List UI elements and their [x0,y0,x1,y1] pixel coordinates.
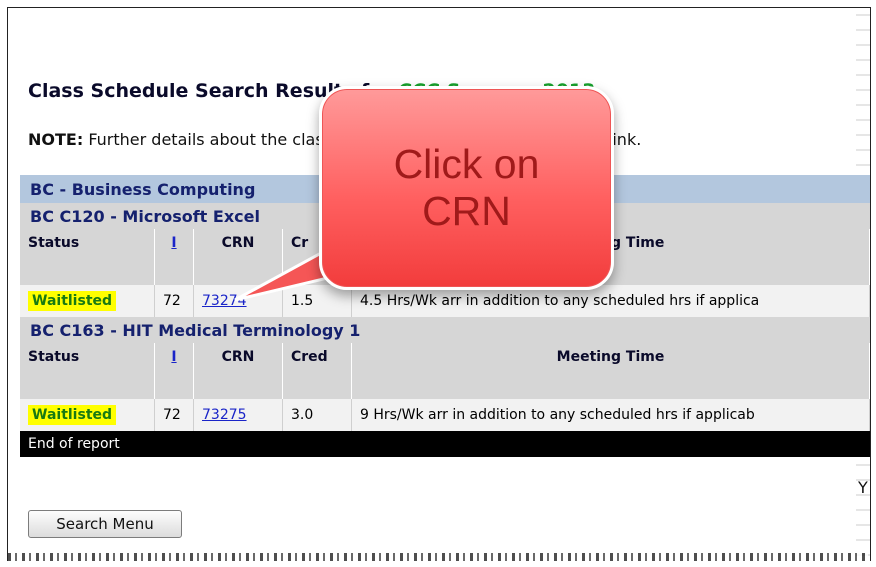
end-of-report: End of report [20,431,870,457]
cred-cell: 1.5 [282,285,352,317]
i-cell: 72 [154,399,194,431]
i-cell: 72 [154,285,194,317]
crn-header: CRN [193,229,283,285]
table-row: Waitlisted 72 73275 3.0 9 Hrs/Wk arr in … [20,399,870,431]
cred-header: Cred [282,343,352,399]
truncated-text: Y [858,478,868,497]
crn-link[interactable]: 73274 [202,293,247,309]
torn-bottom-edge [8,553,868,561]
crn-cell[interactable]: 73274 [193,285,283,317]
callout-line-2: CRN [422,188,511,234]
status-badge: Waitlisted [28,291,117,311]
meeting-time-header: Meeting Time [351,343,870,399]
status-header: Status [20,229,155,285]
note-label: NOTE: [28,130,84,149]
column-header-row: Status I CRN Cred Meeting Time [20,343,870,399]
callout-line-1: Click on [393,140,540,187]
i-header-link[interactable]: I [154,229,194,285]
cred-cell: 3.0 [282,399,352,431]
i-header-link[interactable]: I [154,343,194,399]
meeting-time-cell: 9 Hrs/Wk arr in addition to any schedule… [351,399,870,431]
course-title-row: BC C163 - HIT Medical Terminology 1 [20,317,870,343]
crn-cell[interactable]: 73275 [193,399,283,431]
crn-link[interactable]: 73275 [202,407,247,423]
i-header-link-text[interactable]: I [171,235,176,251]
status-header: Status [20,343,155,399]
search-menu-button[interactable]: Search Menu [28,510,182,538]
status-cell: Waitlisted [20,399,155,431]
course-title: BC C163 - HIT Medical Terminology 1 [20,317,870,343]
crn-header: CRN [193,343,283,399]
status-badge: Waitlisted [28,405,117,425]
i-header-link-text[interactable]: I [171,349,176,365]
status-cell: Waitlisted [20,285,155,317]
end-of-report-row: End of report [20,431,870,457]
callout-bubble: Click on CRN [319,86,614,290]
